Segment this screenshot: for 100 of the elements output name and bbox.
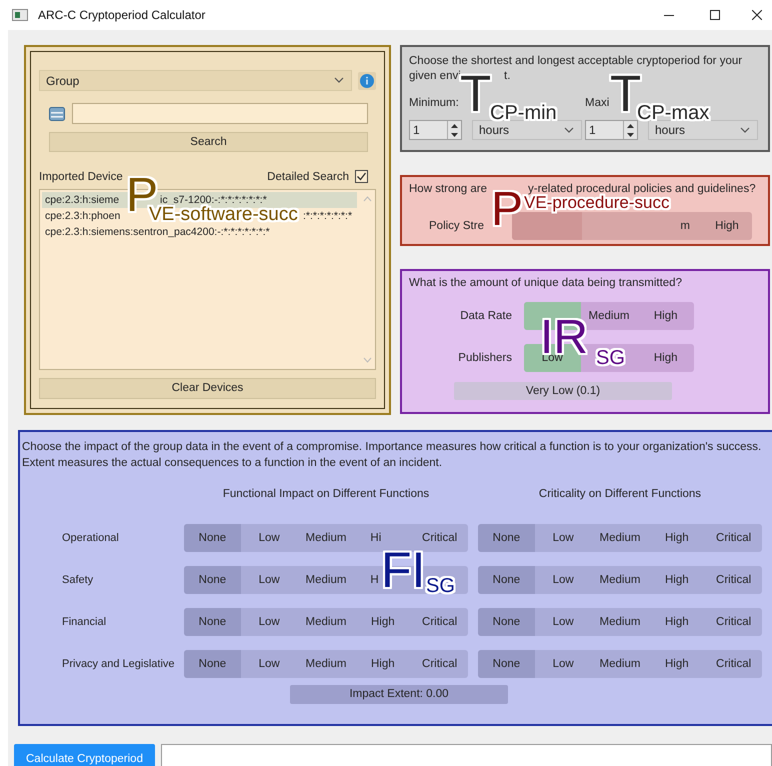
option-button[interactable]: Low	[240, 566, 298, 594]
option-button[interactable]: None	[478, 650, 535, 678]
close-icon	[752, 10, 762, 20]
option-button[interactable]: High	[648, 650, 706, 678]
info-icon[interactable]	[358, 72, 376, 90]
row-label: Safety	[62, 574, 94, 586]
segmented-control[interactable]: None Low Medium High Critical	[478, 650, 762, 678]
search-field[interactable]	[72, 103, 368, 124]
segmented-control[interactable]: None Low Medium High Critical	[478, 608, 762, 636]
option-button[interactable]: Critical	[705, 566, 762, 594]
annotation-subscript: CP-min	[490, 105, 557, 122]
option-button[interactable]: Hi	[354, 524, 412, 552]
unit-dropdown[interactable]: hours	[472, 120, 582, 140]
spin-up-icon	[627, 124, 634, 128]
option-button[interactable]: Critical	[411, 608, 468, 636]
segmented-control[interactable]: None Low Medium High Critical	[184, 650, 468, 678]
segmented-control[interactable]: None Low Medium High Critical	[478, 524, 762, 552]
option-button[interactable]: High	[648, 524, 706, 552]
row-label: Policy Stre	[429, 220, 484, 232]
annotation-symbol: T	[460, 75, 492, 114]
row-label: Publishers	[458, 352, 512, 364]
segmented-control[interactable]: None Low Medium High Critical	[478, 566, 762, 594]
option-button[interactable]: High	[354, 650, 412, 678]
option-button[interactable]: High	[637, 302, 694, 330]
option-button[interactable]: High	[702, 212, 752, 240]
maximize-icon	[710, 10, 720, 20]
column-heading: Functional Impact on Different Functions	[222, 488, 430, 500]
field-label: Minimum:	[409, 97, 459, 109]
clear-button[interactable]: Clear Devices	[39, 378, 376, 399]
option-button[interactable]: Critical	[705, 608, 762, 636]
annotation-subscript: SG	[596, 350, 625, 367]
option-button[interactable]: High	[354, 608, 412, 636]
prompt-text: How strong are	[409, 183, 487, 195]
option-button[interactable]: Critical	[411, 524, 468, 552]
spin-down-icon	[451, 132, 458, 136]
number-field[interactable]: 1	[585, 120, 638, 140]
device-entry[interactable]: cpe:2.3:h:sieme	[45, 194, 120, 206]
device-entry[interactable]: cpe:2.3:h:siemens:sentron_pac4200:-:*:*:*:*:*:*:*	[45, 226, 270, 238]
option-button[interactable]: Low	[240, 650, 298, 678]
device-entry[interactable]: ic_s7-1200:-:*:*:*:*:*:*:*	[160, 194, 267, 206]
caret-icon	[563, 126, 575, 134]
option-button[interactable]: Medium	[592, 608, 648, 636]
option-button[interactable]: Low	[240, 524, 298, 552]
option-button[interactable]: None	[184, 650, 241, 678]
option-button[interactable]: Medium	[592, 524, 648, 552]
result-display: Very Low (0.1)	[454, 382, 672, 400]
option-button[interactable]: Critical	[411, 650, 468, 678]
option-button[interactable]: High	[648, 566, 706, 594]
row-label: Data Rate	[460, 310, 512, 322]
list-label: Imported Device	[39, 170, 123, 182]
option-button[interactable]: Medium	[592, 650, 648, 678]
option-button[interactable]: Medium	[298, 650, 354, 678]
prompt-text: y-related procedural policies and guidelines?	[528, 183, 756, 195]
option-button[interactable]: Low	[534, 608, 592, 636]
scroll-up-icon	[362, 196, 372, 202]
option-button[interactable]: Low	[534, 524, 592, 552]
option-button[interactable]: m	[582, 212, 702, 240]
caret-icon	[333, 77, 345, 84]
device-entry[interactable]: cpe:2.3:h:phoen	[45, 210, 120, 222]
option-button[interactable]: Medium	[298, 524, 354, 552]
database-icon[interactable]	[49, 106, 65, 122]
prompt-text: Choose the shortest and longest acceptable cryptoperiod for your	[409, 54, 742, 66]
option-button[interactable]: Medium	[592, 566, 648, 594]
option-button[interactable]: None	[478, 608, 535, 636]
option-button[interactable]: None	[184, 566, 241, 594]
segmented-control[interactable]: None Low Medium Hi Critical	[184, 524, 468, 552]
number-field[interactable]: 1	[409, 120, 462, 140]
checkbox[interactable]	[355, 170, 368, 183]
window-title: ARC-C Cryptoperiod Calculator	[38, 8, 206, 22]
prompt-text: What is the amount of unique data being transmitted?	[409, 277, 683, 289]
row-label: Operational	[62, 532, 119, 544]
caret-icon	[739, 126, 751, 134]
prompt-text: Choose the impact of the group data in the event of a compromise. Importance measures how critical a function is to your organization's success. Extent measures the actual consequences to a function in the event of an incident.	[22, 440, 762, 471]
output-field[interactable]	[161, 744, 772, 766]
option-button[interactable]: Critical	[705, 650, 762, 678]
option-button[interactable]: Low	[240, 608, 298, 636]
prompt-text: t.	[504, 70, 510, 82]
option-button[interactable]: Low	[534, 566, 592, 594]
group-dropdown[interactable]: Group	[39, 70, 352, 91]
option-button[interactable]: None	[478, 524, 535, 552]
option-button[interactable]: None	[184, 608, 241, 636]
segmented-control[interactable]: None Low Medium High Critical	[184, 608, 468, 636]
result-display: Impact Extent: 0.00	[290, 685, 508, 704]
device-entry[interactable]: :*:*:*:*:*:*:*	[303, 210, 352, 222]
option-button[interactable]: High	[637, 344, 694, 372]
option-button[interactable]: None	[478, 566, 535, 594]
option-button[interactable]: Low	[534, 650, 592, 678]
option-button[interactable]: Medium	[298, 608, 354, 636]
unit-dropdown[interactable]: hours	[648, 120, 758, 140]
app-icon	[12, 9, 28, 21]
field-label: Maxi	[585, 97, 610, 109]
option-button[interactable]: Critical	[705, 524, 762, 552]
search-button[interactable]: Search	[49, 132, 368, 152]
option-button[interactable]: High	[648, 608, 706, 636]
spin-down-icon	[627, 132, 634, 136]
option-button[interactable]: None	[184, 524, 241, 552]
row-label: Privacy and Legislative	[62, 658, 175, 670]
option-button[interactable]: Medium	[298, 566, 354, 594]
annotation-subscript: SG	[426, 578, 455, 595]
column-heading: Criticality on Different Functions	[538, 488, 702, 500]
